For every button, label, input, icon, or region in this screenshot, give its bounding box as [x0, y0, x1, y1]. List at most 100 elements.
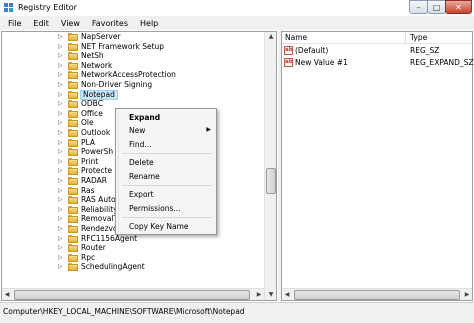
- menu-item-label: Copy Key Name: [129, 222, 189, 231]
- tree-item[interactable]: ▷ Router: [2, 243, 264, 253]
- scroll-left-arrow-icon[interactable]: ◀: [282, 289, 292, 301]
- tree-item-label: Ole: [81, 118, 94, 128]
- scroll-left-arrow-icon[interactable]: ◀: [2, 289, 12, 301]
- maximize-button[interactable]: □: [427, 0, 446, 14]
- menu-favorites[interactable]: Favorites: [86, 19, 134, 28]
- scroll-down-arrow-icon[interactable]: ▼: [265, 290, 277, 300]
- menu-item-find[interactable]: Find...: [119, 138, 215, 151]
- expand-arrow-icon[interactable]: ▷: [58, 70, 64, 80]
- menu-item-new[interactable]: New ▶: [119, 124, 215, 137]
- expand-arrow-icon[interactable]: ▷: [58, 42, 64, 52]
- expand-arrow-icon[interactable]: ▷: [58, 99, 64, 109]
- expand-arrow-icon[interactable]: ▷: [58, 253, 64, 263]
- tree-item-label: NET Framework Setup: [81, 41, 165, 51]
- expand-arrow-icon[interactable]: ▷: [58, 166, 64, 176]
- expand-arrow-icon[interactable]: ▷: [58, 186, 64, 196]
- scrollbar-thumb[interactable]: [14, 290, 250, 300]
- close-icon: ✕: [455, 2, 462, 12]
- close-button[interactable]: ✕: [445, 0, 472, 14]
- expand-arrow-icon[interactable]: ▷: [58, 80, 64, 90]
- expand-arrow-icon[interactable]: ▷: [58, 61, 64, 71]
- tree-vertical-scrollbar[interactable]: ▲ ▼: [264, 32, 276, 300]
- expand-arrow-icon[interactable]: ▷: [58, 147, 64, 157]
- folder-icon: [68, 119, 78, 128]
- tree-item-label: NapServer: [81, 32, 121, 41]
- menu-item-label: Permissions...: [129, 204, 181, 213]
- expand-arrow-icon[interactable]: ▷: [58, 157, 64, 167]
- menu-help[interactable]: Help: [134, 19, 164, 28]
- expand-arrow-icon[interactable]: ▷: [58, 234, 64, 244]
- menu-view[interactable]: View: [55, 19, 86, 28]
- tree-item[interactable]: ▷ Non-Driver Signing: [2, 80, 264, 90]
- menu-edit[interactable]: Edit: [27, 19, 55, 28]
- expand-arrow-icon[interactable]: ▷: [58, 214, 64, 224]
- expand-arrow-icon[interactable]: ▷: [58, 176, 64, 186]
- folder-icon: [68, 253, 78, 262]
- expand-arrow-icon[interactable]: ▷: [58, 262, 64, 272]
- value-row[interactable]: ab (Default) REG_SZ: [282, 45, 472, 56]
- expand-arrow-icon[interactable]: ▷: [58, 195, 64, 205]
- values-list-pane[interactable]: [281, 31, 473, 301]
- scrollbar-thumb[interactable]: [266, 168, 276, 194]
- menu-item-expand[interactable]: Expand: [119, 111, 215, 124]
- menu-bar: File Edit View Favorites Help: [0, 16, 474, 30]
- tree-item[interactable]: ▷ Notepad: [2, 89, 264, 100]
- menu-item-label: Expand: [129, 113, 161, 122]
- tree-item-label: Print: [81, 156, 99, 166]
- tree-item-label: RADAR: [81, 176, 108, 185]
- column-divider[interactable]: [405, 33, 406, 43]
- tree-item[interactable]: ▷ NetSh: [2, 51, 264, 61]
- tree-item-label: PowerSh: [81, 147, 114, 157]
- expand-arrow-icon[interactable]: ▷: [58, 224, 64, 234]
- values-list-header: Name Type: [282, 32, 472, 44]
- menu-item-delete[interactable]: Delete: [119, 156, 215, 169]
- folder-icon: [68, 90, 78, 99]
- scroll-up-arrow-icon[interactable]: ▲: [265, 32, 277, 42]
- tree-item[interactable]: ▷ NET Framework Setup: [2, 42, 264, 52]
- scroll-right-arrow-icon[interactable]: ▶: [254, 289, 264, 301]
- tree-item[interactable]: ▷ Network: [2, 61, 264, 71]
- expand-arrow-icon[interactable]: ▷: [58, 138, 64, 148]
- expand-arrow-icon[interactable]: ▷: [58, 51, 64, 61]
- folder-icon: [68, 167, 78, 176]
- expand-arrow-icon[interactable]: ▷: [58, 118, 64, 128]
- minimize-button[interactable]: –: [409, 0, 428, 14]
- folder-icon: [68, 215, 78, 224]
- folder-icon: [68, 196, 78, 205]
- folder-icon: [68, 234, 78, 243]
- menu-item-permissions[interactable]: Permissions...: [119, 202, 215, 215]
- folder-icon: [68, 52, 78, 61]
- values-horizontal-scrollbar[interactable]: ◀ ▶: [282, 288, 472, 300]
- value-row[interactable]: ab New Value #1 REG_EXPAND_SZ: [282, 57, 474, 68]
- expand-arrow-icon[interactable]: ▷: [58, 90, 64, 100]
- tree-item-label: PLA: [81, 137, 96, 147]
- tree-item[interactable]: ▷ SchedulingAgent: [2, 262, 264, 272]
- menu-item-export[interactable]: Export: [119, 188, 215, 201]
- menu-file[interactable]: File: [2, 19, 27, 28]
- tree-item[interactable]: ▷ RFC1156Agent: [2, 234, 264, 244]
- tree-item-label: Router: [81, 243, 106, 253]
- expand-arrow-icon[interactable]: ▷: [58, 243, 64, 253]
- expand-arrow-icon[interactable]: ▷: [58, 128, 64, 138]
- minimize-icon: –: [416, 2, 421, 12]
- menu-separator: [122, 153, 212, 154]
- expand-arrow-icon[interactable]: ▷: [58, 205, 64, 215]
- tree-item-label: RFC1156Agent: [81, 233, 138, 243]
- tree-item[interactable]: ▷ NapServer: [2, 32, 264, 42]
- folder-icon: [68, 148, 78, 157]
- menu-item-copy-key-name[interactable]: Copy Key Name: [119, 220, 215, 233]
- expand-arrow-icon[interactable]: ▷: [58, 109, 64, 119]
- tree-horizontal-scrollbar[interactable]: ◀ ▶: [2, 288, 264, 300]
- tree-item[interactable]: ▷ Rpc: [2, 253, 264, 263]
- scroll-right-arrow-icon[interactable]: ▶: [462, 289, 472, 301]
- folder-icon: [68, 186, 78, 195]
- column-header-type[interactable]: Type: [410, 33, 427, 42]
- scrollbar-thumb[interactable]: [294, 290, 460, 300]
- string-value-icon: ab: [284, 46, 293, 55]
- column-header-name[interactable]: Name: [285, 33, 307, 42]
- menu-item-label: Rename: [129, 172, 160, 181]
- expand-arrow-icon[interactable]: ▷: [58, 32, 64, 42]
- tree-item[interactable]: ▷ NetworkAccessProtection: [2, 70, 264, 80]
- menu-item-label: Export: [129, 190, 154, 199]
- menu-item-rename[interactable]: Rename: [119, 170, 215, 183]
